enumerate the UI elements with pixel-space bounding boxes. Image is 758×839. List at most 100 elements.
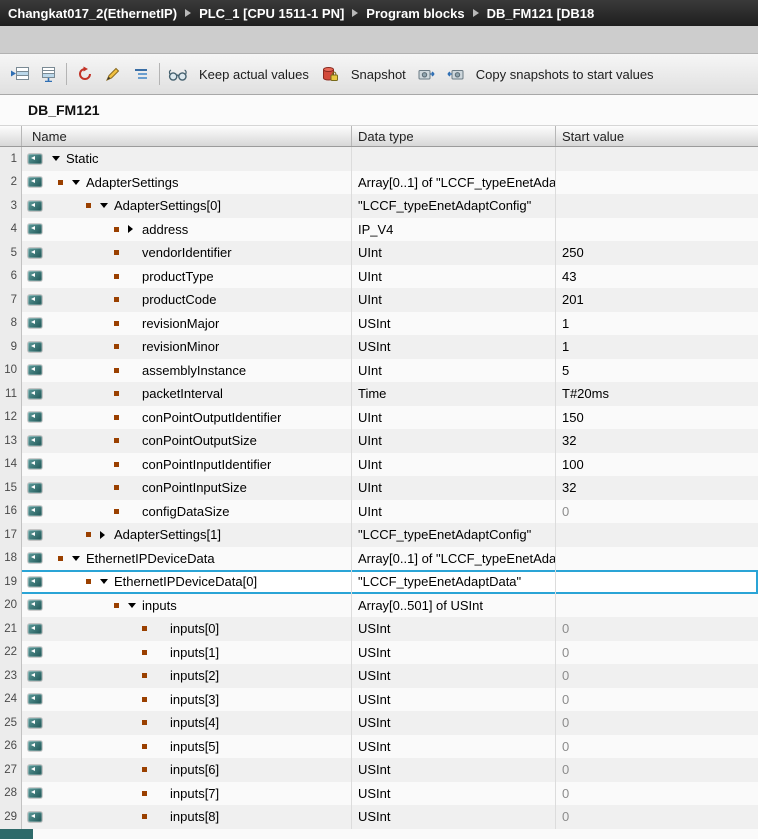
- expand-arrow-slot[interactable]: [72, 180, 86, 185]
- value-cell[interactable]: 0: [556, 711, 758, 735]
- name-cell[interactable]: conPointInputSize: [48, 476, 352, 500]
- value-cell[interactable]: 0: [556, 735, 758, 759]
- value-cell[interactable]: [556, 147, 758, 171]
- expand-arrow-slot[interactable]: [128, 225, 142, 233]
- row-name[interactable]: inputs[1]: [170, 645, 219, 660]
- row-number[interactable]: 28: [0, 782, 22, 806]
- expand-arrow[interactable]: [72, 556, 80, 561]
- row-number[interactable]: 25: [0, 711, 22, 735]
- type-cell[interactable]: UInt: [352, 241, 556, 265]
- row-name[interactable]: revisionMinor: [142, 339, 219, 354]
- table-row[interactable]: 13 conPointOutputSize UInt 32: [0, 429, 758, 453]
- value-cell[interactable]: 1: [556, 335, 758, 359]
- value-cell[interactable]: [556, 547, 758, 571]
- row-number[interactable]: 24: [0, 688, 22, 712]
- row-name[interactable]: inputs: [142, 598, 177, 613]
- table-row[interactable]: 16 configDataSize UInt 0: [0, 500, 758, 524]
- breadcrumb-item-db[interactable]: DB_FM121 [DB18: [487, 6, 595, 21]
- row-number[interactable]: 17: [0, 523, 22, 547]
- row-name[interactable]: configDataSize: [142, 504, 229, 519]
- expand-arrow-slot[interactable]: [100, 531, 114, 539]
- type-cell[interactable]: Array[0..501] of USInt: [352, 594, 556, 618]
- row-name[interactable]: conPointOutputIdentifier: [142, 410, 281, 425]
- name-cell[interactable]: inputs[3]: [48, 688, 352, 712]
- value-cell[interactable]: 0: [556, 758, 758, 782]
- row-name[interactable]: EthernetIPDeviceData[0]: [114, 574, 257, 589]
- name-cell[interactable]: inputs[6]: [48, 758, 352, 782]
- copy-snapshot-icon-2[interactable]: [442, 61, 468, 87]
- type-cell[interactable]: UInt: [352, 429, 556, 453]
- row-number[interactable]: 3: [0, 194, 22, 218]
- table-row[interactable]: 4 address IP_V4: [0, 218, 758, 242]
- row-number[interactable]: 8: [0, 312, 22, 336]
- row-name[interactable]: Static: [66, 151, 99, 166]
- value-cell[interactable]: [556, 194, 758, 218]
- row-number[interactable]: 1: [0, 147, 22, 171]
- row-name[interactable]: packetInterval: [142, 386, 223, 401]
- name-cell[interactable]: EthernetIPDeviceData: [48, 547, 352, 571]
- type-cell[interactable]: Array[0..1] of "LCCF_typeEnetAdaptCo...: [352, 171, 556, 195]
- name-cell[interactable]: address: [48, 218, 352, 242]
- name-cell[interactable]: productCode: [48, 288, 352, 312]
- name-cell[interactable]: packetInterval: [48, 382, 352, 406]
- value-cell[interactable]: 0: [556, 805, 758, 829]
- row-number[interactable]: 10: [0, 359, 22, 383]
- edit-pencil-icon[interactable]: [100, 61, 126, 87]
- row-number[interactable]: 26: [0, 735, 22, 759]
- type-cell[interactable]: UInt: [352, 359, 556, 383]
- value-cell[interactable]: 0: [556, 688, 758, 712]
- value-cell[interactable]: [556, 570, 758, 594]
- name-cell[interactable]: AdapterSettings[0]: [48, 194, 352, 218]
- row-name[interactable]: vendorIdentifier: [142, 245, 232, 260]
- type-cell[interactable]: UInt: [352, 453, 556, 477]
- name-cell[interactable]: Static: [48, 147, 352, 171]
- row-name[interactable]: inputs[2]: [170, 668, 219, 683]
- row-name[interactable]: inputs[6]: [170, 762, 219, 777]
- table-row[interactable]: 22 inputs[1] USInt 0: [0, 641, 758, 665]
- table-row[interactable]: 12 conPointOutputIdentifier UInt 150: [0, 406, 758, 430]
- name-cell[interactable]: inputs[8]: [48, 805, 352, 829]
- expand-arrow[interactable]: [100, 203, 108, 208]
- table-row[interactable]: 19 EthernetIPDeviceData[0] "LCCF_typeEne…: [0, 570, 758, 594]
- name-cell[interactable]: configDataSize: [48, 500, 352, 524]
- name-cell[interactable]: inputs[5]: [48, 735, 352, 759]
- monitor-goggles-icon[interactable]: [165, 61, 191, 87]
- value-cell[interactable]: [556, 218, 758, 242]
- row-number[interactable]: 22: [0, 641, 22, 665]
- copy-snapshots-to-start-values-button[interactable]: Copy snapshots to start values: [469, 67, 661, 82]
- breadcrumb-item-program-blocks[interactable]: Program blocks: [366, 6, 464, 21]
- name-cell[interactable]: inputs[2]: [48, 664, 352, 688]
- row-name[interactable]: inputs[3]: [170, 692, 219, 707]
- table-row[interactable]: 10 assemblyInstance UInt 5: [0, 359, 758, 383]
- table-row[interactable]: 21 inputs[0] USInt 0: [0, 617, 758, 641]
- expand-list-icon[interactable]: [128, 61, 154, 87]
- row-number[interactable]: 12: [0, 406, 22, 430]
- table-row[interactable]: 26 inputs[5] USInt 0: [0, 735, 758, 759]
- name-cell[interactable]: EthernetIPDeviceData[0]: [48, 570, 352, 594]
- row-number[interactable]: 15: [0, 476, 22, 500]
- row-number[interactable]: 20: [0, 594, 22, 618]
- expand-arrow-slot[interactable]: [128, 603, 142, 608]
- type-cell[interactable]: UInt: [352, 288, 556, 312]
- table-row[interactable]: 6 productType UInt 43: [0, 265, 758, 289]
- table-row[interactable]: 25 inputs[4] USInt 0: [0, 711, 758, 735]
- type-cell[interactable]: USInt: [352, 312, 556, 336]
- retain-database-icon[interactable]: [317, 61, 343, 87]
- type-cell[interactable]: "LCCF_typeEnetAdaptData": [352, 570, 556, 594]
- name-cell[interactable]: conPointOutputSize: [48, 429, 352, 453]
- type-cell[interactable]: UInt: [352, 500, 556, 524]
- type-cell[interactable]: Array[0..1] of "LCCF_typeEnetAdaptDat...: [352, 547, 556, 571]
- row-name[interactable]: revisionMajor: [142, 316, 219, 331]
- name-cell[interactable]: productType: [48, 265, 352, 289]
- expand-arrow[interactable]: [100, 579, 108, 584]
- row-number[interactable]: 11: [0, 382, 22, 406]
- value-cell[interactable]: 0: [556, 641, 758, 665]
- breadcrumb-item-plc[interactable]: PLC_1 [CPU 1511-1 PN]: [199, 6, 344, 21]
- row-number[interactable]: 19: [0, 570, 22, 594]
- table-row[interactable]: 18 EthernetIPDeviceData Array[0..1] of "…: [0, 547, 758, 571]
- row-name[interactable]: conPointOutputSize: [142, 433, 257, 448]
- reset-start-values-icon[interactable]: [72, 61, 98, 87]
- name-cell[interactable]: revisionMinor: [48, 335, 352, 359]
- type-cell[interactable]: USInt: [352, 805, 556, 829]
- row-name[interactable]: address: [142, 222, 188, 237]
